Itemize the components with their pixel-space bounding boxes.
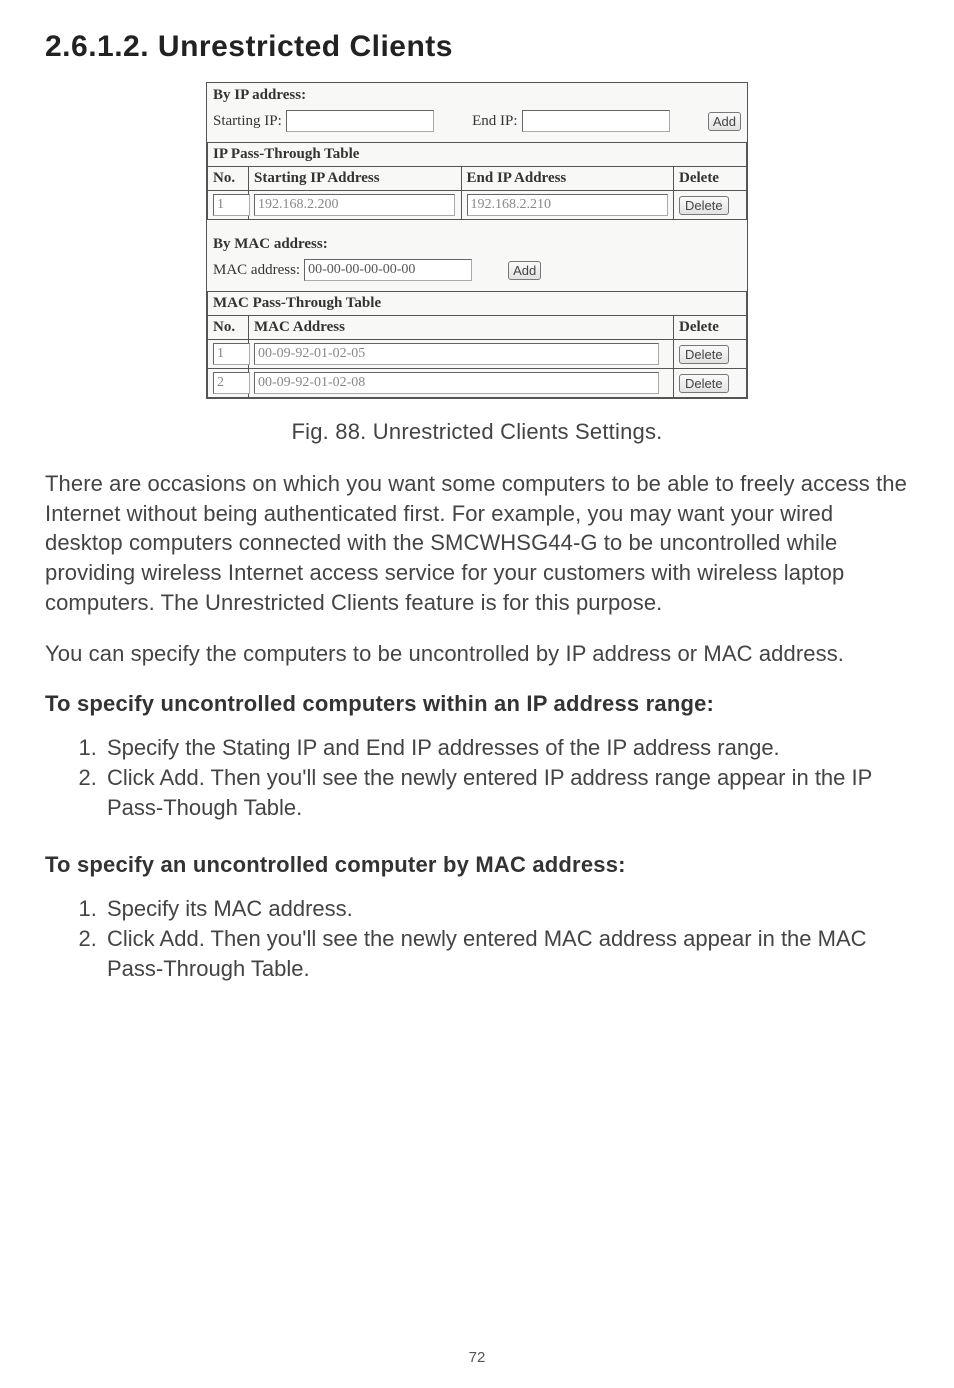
- figure-caption: Fig. 88. Unrestricted Clients Settings.: [45, 419, 909, 445]
- mac-table-title: MAC Pass-Through Table: [208, 292, 747, 316]
- mac-address-input[interactable]: [304, 259, 472, 281]
- add-mac-button[interactable]: Add: [508, 261, 541, 280]
- section-heading: 2.6.1.2. Unrestricted Clients: [45, 30, 909, 64]
- ip-pass-through-table: IP Pass-Through Table No. Starting IP Ad…: [207, 142, 747, 220]
- starting-ip-input[interactable]: [286, 110, 434, 132]
- list-item: Click Add. Then you'll see the newly ent…: [103, 924, 909, 983]
- ordered-list: Specify the Stating IP and End IP addres…: [45, 733, 909, 822]
- by-ip-header: By IP address:: [207, 83, 747, 106]
- mac-pass-through-table: MAC Pass-Through Table No. MAC Address D…: [207, 291, 747, 398]
- ip-row-start: [254, 194, 455, 216]
- subheading: To specify uncontrolled computers within…: [45, 691, 909, 717]
- ip-input-row: Starting IP: End IP: Add: [207, 106, 747, 142]
- page-number: 72: [0, 1349, 954, 1366]
- end-ip-input[interactable]: [522, 110, 670, 132]
- subheading: To specify an uncontrolled computer by M…: [45, 852, 909, 878]
- list-item: Specify its MAC address.: [103, 894, 909, 924]
- ip-col-end: End IP Address: [461, 167, 674, 191]
- mac-row-addr: [254, 343, 659, 365]
- mac-input-row: MAC address: Add: [207, 255, 747, 291]
- list-item: Click Add. Then you'll see the newly ent…: [103, 763, 909, 822]
- starting-ip-label: Starting IP:: [213, 113, 282, 130]
- mac-row-addr: [254, 372, 659, 394]
- ip-row-no: [213, 194, 250, 216]
- table-row: Delete: [208, 191, 747, 220]
- paragraph: You can specify the computers to be unco…: [45, 639, 909, 669]
- ip-col-delete: Delete: [674, 167, 747, 191]
- mac-address-label: MAC address:: [213, 262, 300, 279]
- figure-wrap: By IP address: Starting IP: End IP: Add …: [45, 82, 909, 399]
- list-item: Specify the Stating IP and End IP addres…: [103, 733, 909, 763]
- delete-mac-button[interactable]: Delete: [679, 374, 729, 393]
- delete-mac-button[interactable]: Delete: [679, 345, 729, 364]
- mac-col-addr: MAC Address: [249, 316, 674, 340]
- end-ip-label: End IP:: [472, 113, 517, 130]
- paragraph: There are occasions on which you want so…: [45, 469, 909, 617]
- add-ip-button[interactable]: Add: [708, 112, 741, 131]
- mac-col-no: No.: [208, 316, 249, 340]
- ip-col-start: Starting IP Address: [249, 167, 462, 191]
- config-panel: By IP address: Starting IP: End IP: Add …: [206, 82, 748, 399]
- ordered-list: Specify its MAC address. Click Add. Then…: [45, 894, 909, 983]
- ip-table-title: IP Pass-Through Table: [208, 143, 747, 167]
- delete-ip-button[interactable]: Delete: [679, 196, 729, 215]
- ip-row-end: [467, 194, 668, 216]
- by-mac-header: By MAC address:: [207, 232, 747, 255]
- table-row: Delete: [208, 369, 747, 398]
- ip-col-no: No.: [208, 167, 249, 191]
- mac-col-delete: Delete: [674, 316, 747, 340]
- mac-row-no: [213, 372, 250, 394]
- mac-row-no: [213, 343, 250, 365]
- table-row: Delete: [208, 340, 747, 369]
